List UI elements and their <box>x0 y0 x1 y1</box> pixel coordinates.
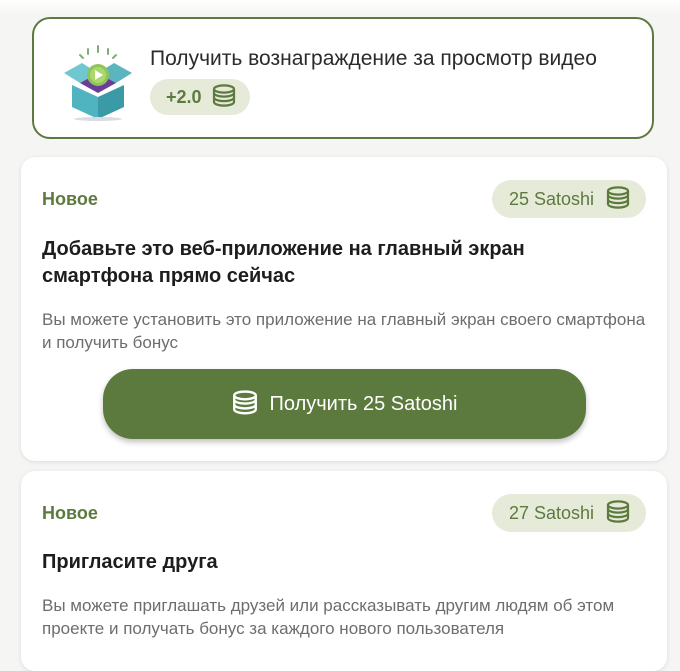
video-box-icon <box>64 45 132 121</box>
task-title: Добавьте это веб-приложение на главный э… <box>42 238 525 287</box>
video-reward-badge: +2.0 <box>150 79 250 115</box>
video-reward-amount: +2.0 <box>166 86 202 107</box>
coins-icon <box>212 84 235 107</box>
task-title: Пригласите друга <box>42 551 218 573</box>
video-reward-card[interactable]: Получить вознаграждение за просмотр виде… <box>32 17 654 139</box>
task-reward-badge: 25 Satoshi <box>491 180 646 218</box>
task-reward-badge: 27 Satoshi <box>491 494 646 532</box>
task-card-invite-friend: Новое 27 Satoshi Пригласите друга Вы мож… <box>21 471 667 671</box>
coins-icon <box>606 186 630 209</box>
coins-icon <box>232 390 257 415</box>
top-fade <box>0 0 680 14</box>
task-description: Вы можете приглашать друзей или рассказы… <box>42 596 615 638</box>
coins-icon <box>606 500 630 523</box>
task-status: Новое <box>42 503 98 523</box>
get-reward-button-label: Получить 25 Satoshi <box>269 392 458 415</box>
video-reward-title: Получить вознаграждение за просмотр виде… <box>150 47 597 70</box>
task-status: Новое <box>42 189 98 209</box>
task-reward-amount: 25 Satoshi <box>508 188 594 209</box>
get-reward-button[interactable]: Получить 25 Satoshi <box>103 369 586 439</box>
task-card-add-to-home: Новое 25 Satoshi Добавьте это веб-прилож… <box>21 157 667 461</box>
task-description: Вы можете установить это приложение на г… <box>42 310 646 352</box>
task-reward-amount: 27 Satoshi <box>508 502 594 523</box>
